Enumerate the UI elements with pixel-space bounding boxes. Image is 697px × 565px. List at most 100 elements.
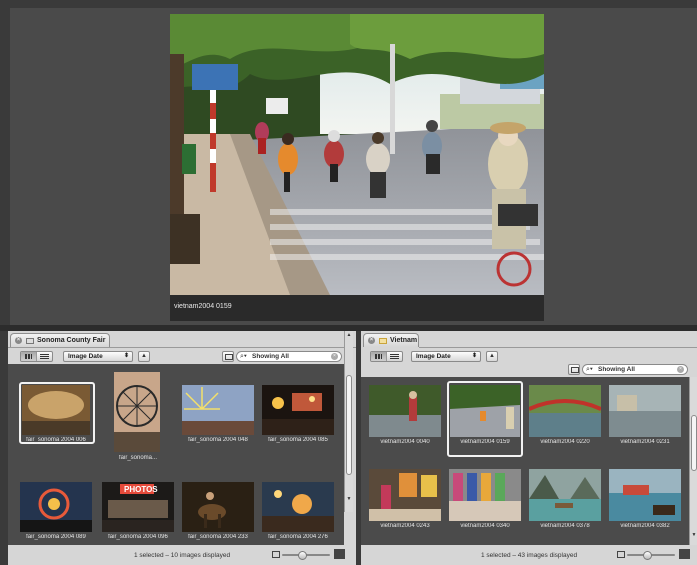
thumbnail-image bbox=[369, 385, 441, 437]
svg-text:PHOTOS: PHOTOS bbox=[124, 485, 158, 494]
thumbnail-image bbox=[609, 469, 681, 521]
browser-pane-sonoma: × Sonoma County Fair Image Date ⬍ ▲ ⌕▾ S… bbox=[8, 331, 356, 565]
thumbnail-image bbox=[609, 385, 681, 437]
thumbnail[interactable]: vietnam2004 0378 bbox=[527, 459, 603, 534]
scroll-thumb[interactable] bbox=[691, 415, 697, 471]
scroll-down-icon[interactable]: ▼ bbox=[345, 495, 353, 503]
thumbnail[interactable]: vietnam2004 0159 bbox=[447, 375, 523, 457]
search-icon: ⌕▾ bbox=[240, 353, 247, 360]
thumbnail[interactable]: vietnam2004 0243 bbox=[367, 459, 443, 534]
thumbnail-label: vietnam2004 0378 bbox=[540, 523, 590, 529]
album-icon bbox=[26, 337, 34, 344]
browser-pane-vietnam: × Vietnam Image Date ⬍ ▲ ⌕▾ Showing All … bbox=[361, 331, 697, 565]
sort-label: Image Date bbox=[416, 353, 451, 360]
thumbnail-image bbox=[529, 469, 601, 521]
thumbnail[interactable]: fair_sonoma 2004 006 bbox=[18, 370, 95, 445]
scroll-down-icon[interactable]: ▼ bbox=[690, 531, 697, 539]
scroll-up-icon[interactable]: ▲ bbox=[345, 331, 353, 339]
tab-vietnam[interactable]: × Vietnam bbox=[363, 333, 419, 347]
thumbnail-label: vietnam2004 0231 bbox=[620, 439, 670, 445]
slider-knob[interactable] bbox=[643, 551, 652, 560]
thumbnail[interactable]: fair_sonoma 2004 233 bbox=[180, 467, 256, 542]
thumbnail[interactable]: vietnam2004 0040 bbox=[367, 375, 443, 450]
thumbnail-small-icon[interactable] bbox=[617, 551, 625, 558]
thumbnail[interactable]: fair_sonoma 2004 089 bbox=[18, 467, 94, 542]
thumbnail[interactable]: PHOTOS fair_sonoma 2004 096 bbox=[100, 467, 176, 542]
tab-label: Vietnam bbox=[390, 337, 418, 344]
scrollbar[interactable]: ▲ ▼ bbox=[344, 331, 353, 512]
sort-direction-icon[interactable]: ▲ bbox=[138, 351, 150, 362]
thumbnail[interactable]: fair_sonoma 2004 048 bbox=[180, 370, 256, 445]
thumbnail-label: vietnam2004 0040 bbox=[380, 439, 430, 445]
thumbnail-image bbox=[20, 482, 92, 532]
thumbnail-image bbox=[262, 482, 334, 532]
thumbnail-label: vietnam2004 0220 bbox=[540, 439, 590, 445]
thumbnail-label: fair_sonoma 2004 048 bbox=[188, 437, 248, 443]
search-input[interactable]: ⌕▾ Showing All × bbox=[582, 364, 688, 375]
thumbnail-small-icon[interactable] bbox=[272, 551, 280, 558]
thumbnail-grid: fair_sonoma 2004 006 fair_sonoma... fair… bbox=[8, 364, 344, 545]
sort-select[interactable]: Image Date ⬍ bbox=[63, 351, 133, 362]
thumbnail-image bbox=[22, 385, 90, 435]
thumbnail-image bbox=[449, 469, 521, 521]
tab-sonoma-county-fair[interactable]: × Sonoma County Fair bbox=[10, 333, 110, 347]
view-mode-switch[interactable] bbox=[20, 351, 53, 362]
keyword-icon[interactable] bbox=[568, 364, 580, 375]
caption-bar: vietnam2004 0159 bbox=[170, 295, 544, 321]
clear-search-icon[interactable]: × bbox=[677, 366, 684, 373]
thumbnail-label: fair_sonoma... bbox=[118, 455, 158, 461]
thumbnail-label: fair_sonoma 2004 085 bbox=[268, 437, 328, 443]
status-bar: 1 selected – 10 images displayed bbox=[8, 545, 356, 565]
main-photo[interactable] bbox=[170, 14, 544, 295]
chevron-updown-icon: ⬍ bbox=[471, 353, 477, 359]
search-placeholder: Showing All bbox=[598, 366, 635, 373]
thumbnail-image bbox=[369, 469, 441, 521]
thumbnail[interactable]: vietnam2004 0340 bbox=[447, 459, 523, 534]
thumbnail-label: fair_sonoma 2004 233 bbox=[188, 534, 248, 540]
clear-search-icon[interactable]: × bbox=[331, 353, 338, 360]
search-input[interactable]: ⌕▾ Showing All × bbox=[236, 351, 342, 362]
sort-label: Image Date bbox=[68, 353, 103, 360]
sort-select[interactable]: Image Date ⬍ bbox=[411, 351, 481, 362]
thumbnail-label: fair_sonoma 2004 276 bbox=[268, 534, 328, 540]
thumbnail-label: vietnam2004 0159 bbox=[460, 439, 510, 445]
grid-view-icon[interactable] bbox=[371, 352, 387, 361]
thumbnail-label: vietnam2004 0382 bbox=[620, 523, 670, 529]
scroll-thumb[interactable] bbox=[346, 375, 352, 475]
search-icon: ⌕▾ bbox=[586, 366, 593, 373]
thumbnail-image bbox=[450, 385, 520, 437]
tab-label: Sonoma County Fair bbox=[37, 337, 106, 344]
close-icon[interactable]: × bbox=[368, 337, 375, 344]
thumbnail[interactable]: vietnam2004 0382 bbox=[607, 459, 683, 534]
thumbnail[interactable]: vietnam2004 0220 bbox=[527, 375, 603, 450]
thumbnail-label: fair_sonoma 2004 089 bbox=[26, 534, 86, 540]
thumbnail-image bbox=[182, 385, 254, 435]
sort-direction-icon[interactable]: ▲ bbox=[486, 351, 498, 362]
view-mode-switch[interactable] bbox=[370, 351, 403, 362]
thumbnail-large-icon[interactable] bbox=[679, 549, 690, 559]
chevron-updown-icon: ⬍ bbox=[123, 353, 129, 359]
close-icon[interactable]: × bbox=[15, 337, 22, 344]
browser-toolbar: Image Date ⬍ ▲ ⌕▾ Showing All × bbox=[8, 348, 356, 364]
scrollbar[interactable]: ▼ bbox=[689, 377, 697, 545]
grid-view-icon[interactable] bbox=[21, 352, 37, 361]
browser-toolbar: Image Date ⬍ ▲ bbox=[361, 348, 697, 364]
thumbnail[interactable]: vietnam2004 0231 bbox=[607, 375, 683, 450]
list-view-icon[interactable] bbox=[37, 352, 52, 361]
thumbnail[interactable]: fair_sonoma 2004 085 bbox=[260, 370, 336, 445]
album-icon bbox=[379, 337, 387, 344]
thumbnail-grid: vietnam2004 0040 vietnam2004 0159 vietna… bbox=[361, 377, 689, 545]
thumbnail-label: fair_sonoma 2004 006 bbox=[26, 437, 86, 443]
slider-knob[interactable] bbox=[298, 551, 307, 560]
list-view-icon[interactable] bbox=[387, 352, 402, 361]
thumbnail-image: PHOTOS bbox=[102, 482, 174, 532]
thumbnail[interactable]: fair_sonoma... bbox=[100, 370, 176, 461]
thumbnail-label: fair_sonoma 2004 096 bbox=[108, 534, 168, 540]
thumbnail-large-icon[interactable] bbox=[334, 549, 345, 559]
photo-caption: vietnam2004 0159 bbox=[174, 303, 232, 310]
thumbnail-label: vietnam2004 0243 bbox=[380, 523, 430, 529]
keyword-icon[interactable] bbox=[222, 351, 234, 362]
search-placeholder: Showing All bbox=[252, 353, 289, 360]
thumbnail[interactable]: fair_sonoma 2004 276 bbox=[260, 467, 336, 542]
thumbnail-image bbox=[114, 372, 160, 452]
